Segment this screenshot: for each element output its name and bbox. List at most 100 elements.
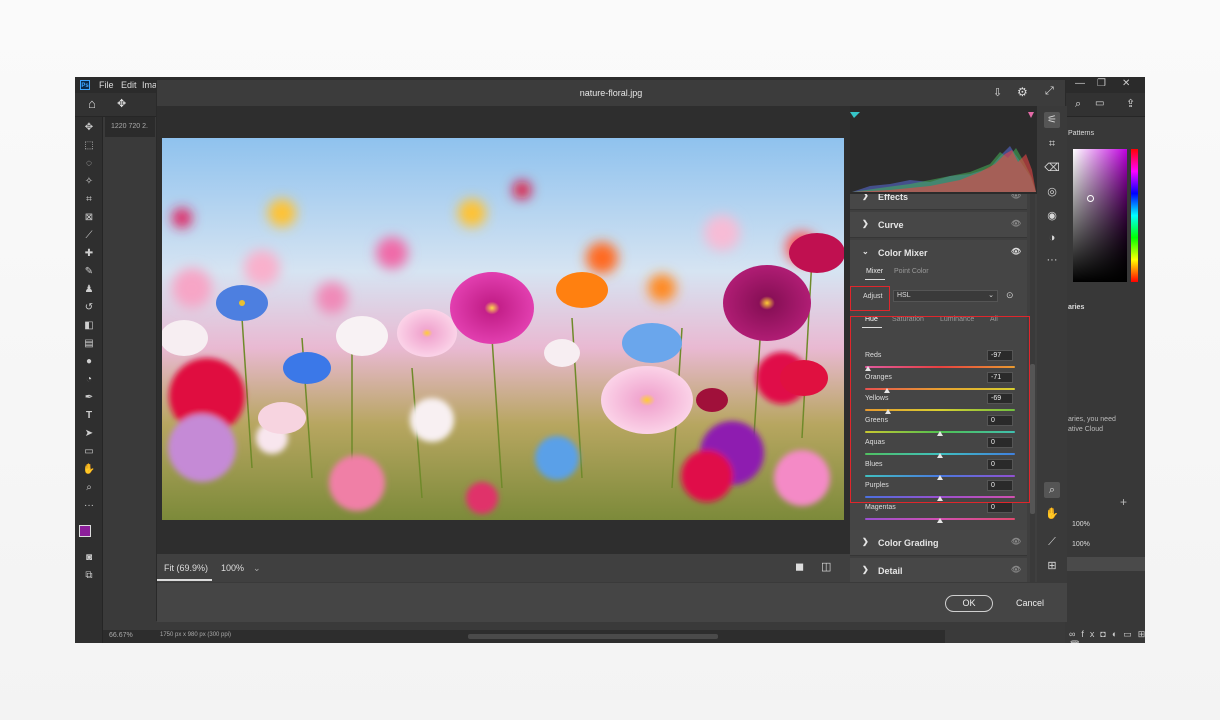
document-tab[interactable]: 1220 720 2. xyxy=(105,117,155,137)
stamp-tool-icon[interactable]: ♟ xyxy=(81,283,97,297)
rectangle-tool-icon[interactable]: ▭ xyxy=(81,445,97,459)
crop-tool-icon[interactable]: ⌗ xyxy=(81,193,97,207)
add-icon[interactable]: + xyxy=(1120,495,1127,509)
more-tools-icon[interactable]: ··· xyxy=(81,499,97,513)
chevron-down-icon: ⌄ xyxy=(988,292,994,299)
tab-point-color[interactable]: Point Color xyxy=(894,268,929,275)
layer-actions-icons[interactable]: ∞fx◘◐▭⊞🗑 xyxy=(1069,629,1145,643)
curve-section[interactable]: ❯ Curve 👁 xyxy=(850,212,1027,238)
libraries-tab[interactable]: aries xyxy=(1068,304,1084,311)
eyedropper-icon[interactable]: ⟋ xyxy=(81,229,97,243)
zoom-fit[interactable]: Fit (69.9%) xyxy=(164,563,208,573)
blur-tool-icon[interactable]: ● xyxy=(81,355,97,369)
before-after-icon[interactable]: ◫ xyxy=(821,560,831,573)
zoom-100[interactable]: 100% xyxy=(221,563,244,573)
home-icon[interactable]: ⌂ xyxy=(88,96,96,111)
flower-field-image xyxy=(162,138,844,520)
color-sampler-icon[interactable]: ⟋ xyxy=(1044,534,1060,550)
fill-value[interactable]: 100% xyxy=(1072,541,1090,548)
adjust-select[interactable]: HSL ⌄ xyxy=(893,290,998,302)
marquee-tool-icon[interactable]: ⬚ xyxy=(81,139,97,153)
gear-icon[interactable]: ⚙ xyxy=(1017,85,1028,99)
minimize-icon[interactable]: — xyxy=(1075,78,1085,89)
detail-section[interactable]: ❯ Detail 👁 xyxy=(850,558,1027,582)
save-icon[interactable]: ⇩ xyxy=(993,86,1002,99)
move-tool-icon[interactable]: ✥ xyxy=(81,121,97,135)
redeye-icon[interactable]: ◉ xyxy=(1044,208,1060,224)
zoom-status: 66.67% xyxy=(109,632,133,639)
document-info: 1750 px x 980 px (300 ppi) xyxy=(160,632,232,638)
type-tool-icon[interactable]: T xyxy=(81,409,97,423)
share-icon[interactable]: ⇪ xyxy=(1126,97,1135,110)
slider-value-input[interactable]: 0 xyxy=(987,501,1013,513)
workspace-icon[interactable]: ▭ xyxy=(1095,98,1104,109)
menu-edit[interactable]: Edit xyxy=(121,80,137,90)
gradient-tool-icon[interactable]: ▤ xyxy=(81,337,97,351)
edit-icon[interactable]: ⚟ xyxy=(1044,112,1060,128)
menu-image[interactable]: Ima xyxy=(142,80,157,90)
slider-thumb[interactable] xyxy=(937,517,943,523)
color-grading-section[interactable]: ❯ Color Grading 👁 xyxy=(850,530,1027,556)
shadow-clip-icon xyxy=(850,112,860,118)
brush-tool-icon[interactable]: ✎ xyxy=(81,265,97,279)
preview-photo[interactable] xyxy=(162,138,844,520)
curve-label: Curve xyxy=(878,220,904,230)
tab-mixer[interactable]: Mixer xyxy=(866,268,883,275)
foreground-color-swatch[interactable] xyxy=(79,525,91,537)
dodge-tool-icon[interactable]: ◔ xyxy=(81,373,97,387)
eye-icon[interactable]: 👁 xyxy=(1011,537,1021,546)
lasso-tool-icon[interactable]: ◌ xyxy=(81,157,97,171)
eraser-tool-icon[interactable]: ◧ xyxy=(81,319,97,333)
slider-label: Magentas xyxy=(865,503,896,511)
presets-icon[interactable]: ◑ xyxy=(1044,230,1060,246)
frame-tool-icon[interactable]: ⊠ xyxy=(81,211,97,225)
eye-icon[interactable]: 👁 xyxy=(1011,194,1021,200)
close-icon[interactable]: ✕ xyxy=(1122,78,1130,89)
zoom-tool-icon[interactable]: ⌕ xyxy=(81,481,97,495)
layer-row[interactable] xyxy=(1065,557,1145,571)
horizontal-scrollbar[interactable] xyxy=(468,634,718,639)
healing-brush-icon[interactable]: ✚ xyxy=(81,247,97,261)
zoom-dropdown-icon[interactable]: ⌄ xyxy=(253,563,261,574)
screen-mode-icon[interactable]: ⧉ xyxy=(81,569,97,583)
preview-toggle-icon[interactable]: ◼ xyxy=(795,560,804,573)
adjust-value: HSL xyxy=(897,292,911,299)
panel-scrollbar[interactable] xyxy=(1030,194,1035,582)
highlight-clip-icon xyxy=(1028,112,1034,118)
hand-tool-icon[interactable]: ✋ xyxy=(81,463,97,477)
eye-icon[interactable]: 👁 xyxy=(1011,565,1021,574)
eye-icon[interactable]: 👁 xyxy=(1011,219,1021,228)
color-picker-cursor[interactable] xyxy=(1087,195,1094,202)
grid-icon[interactable]: ⊞ xyxy=(1044,558,1060,574)
search-icon[interactable]: ⌕ xyxy=(1075,98,1081,111)
opacity-value[interactable]: 100% xyxy=(1072,521,1090,528)
hand-icon[interactable]: ✋ xyxy=(1044,506,1060,522)
slider-magentas[interactable]: Magentas 0 xyxy=(865,501,1015,526)
move-tool-icon[interactable]: ✥ xyxy=(117,97,126,110)
color-picker-field[interactable] xyxy=(1073,149,1127,282)
color-mixer-section[interactable]: ⌄ Color Mixer 👁 xyxy=(850,240,1027,266)
path-selection-icon[interactable]: ➤ xyxy=(81,427,97,441)
cancel-button[interactable]: Cancel xyxy=(1012,595,1048,612)
zoom-icon[interactable]: ⌕ xyxy=(1044,482,1060,498)
eraser-icon[interactable]: ⌫ xyxy=(1044,160,1060,176)
effects-section[interactable]: ❯ Effects 👁 xyxy=(850,194,1027,210)
ok-button[interactable]: OK xyxy=(945,595,993,612)
panel-scrollbar-thumb[interactable] xyxy=(1030,364,1035,514)
restore-icon[interactable]: ❐ xyxy=(1097,78,1106,89)
eye-icon[interactable]: 👁 xyxy=(1011,247,1021,256)
pen-tool-icon[interactable]: ✒ xyxy=(81,391,97,405)
menu-file[interactable]: File xyxy=(99,80,114,90)
quick-mask-icon[interactable]: ◙ xyxy=(81,551,97,565)
targeted-adjust-icon[interactable]: ⊙ xyxy=(1006,290,1014,301)
more-icon[interactable]: ··· xyxy=(1044,252,1060,268)
fullscreen-icon[interactable]: ⤢ xyxy=(1045,85,1054,98)
page-background: Ps File Edit Ima — ❐ ✕ ⌂ ✥ ⌕ ▭ ⇪ 1220 72… xyxy=(0,0,1220,720)
masking-icon[interactable]: ◎ xyxy=(1044,184,1060,200)
patterns-tab[interactable]: Patterns xyxy=(1068,130,1094,137)
magic-wand-icon[interactable]: ✧ xyxy=(81,175,97,189)
hue-slider[interactable] xyxy=(1131,149,1138,282)
dialog-title: nature-floral.jpg xyxy=(157,80,1065,106)
history-brush-icon[interactable]: ↺ xyxy=(81,301,97,315)
crop-icon[interactable]: ⌗ xyxy=(1044,136,1060,152)
